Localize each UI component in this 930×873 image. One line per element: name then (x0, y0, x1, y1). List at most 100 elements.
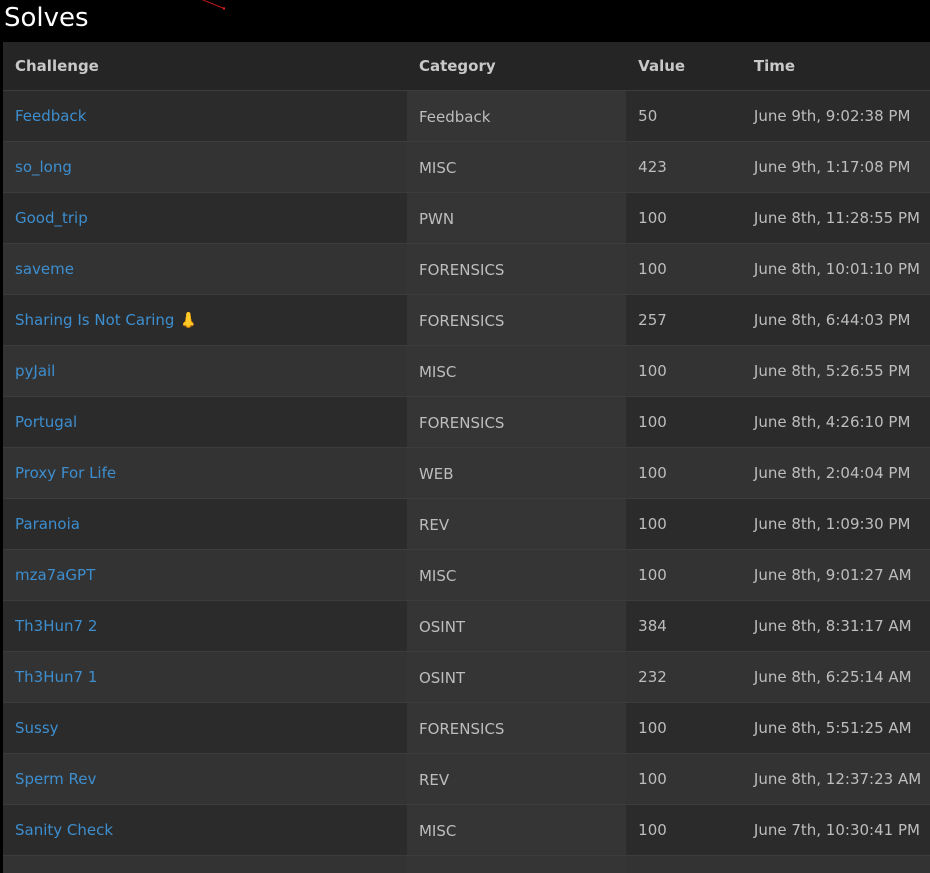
challenge-link[interactable]: pyJail (15, 362, 55, 380)
category-cell: REV (406, 753, 627, 805)
category-cell: WEB (406, 855, 627, 873)
value-cell: 100 (626, 855, 742, 873)
time-cell: June 8th, 11:28:55 PM (741, 192, 930, 244)
challenge-cell: mza7aGPT (3, 549, 407, 601)
challenge-link[interactable]: Th3Hun7 1 (15, 668, 97, 686)
challenge-cell: Good_trip (3, 192, 407, 244)
time-cell: June 8th, 10:01:10 PM (741, 243, 930, 295)
value-cell: 100 (626, 243, 742, 295)
time-cell: June 8th, 8:31:17 AM (741, 600, 930, 652)
challenge-link[interactable]: saveme (15, 260, 74, 278)
category-cell: WEB (406, 447, 627, 499)
table-row: mza7aGPT MISC 100 June 8th, 9:01:27 AM (3, 549, 930, 601)
challenge-link[interactable]: Sperm Rev (15, 770, 96, 788)
table-row: Sperm Rev REV 100 June 8th, 12:37:23 AM (3, 753, 930, 805)
time-cell: June 8th, 6:25:14 AM (741, 651, 930, 703)
challenge-link[interactable]: Sussy (15, 719, 59, 737)
time-cell: June 7th, 10:09:00 PM (741, 855, 930, 873)
table-row: saveme FORENSICS 100 June 8th, 10:01:10 PM (3, 243, 930, 295)
challenge-link[interactable]: Sanity Check (15, 821, 113, 839)
time-cell: June 8th, 1:09:30 PM (741, 498, 930, 550)
value-cell: 50 (626, 90, 742, 142)
challenge-cell: saveme (3, 243, 407, 295)
category-cell: FORENSICS (406, 396, 627, 448)
value-cell: 232 (626, 651, 742, 703)
table-row: so_long MISC 423 June 9th, 1:17:08 PM (3, 141, 930, 193)
challenge-link[interactable]: mza7aGPT (15, 566, 95, 584)
challenge-cell: Portugal (3, 396, 407, 448)
challenge-link[interactable]: Sharing Is Not Caring 👃 (15, 311, 198, 329)
table-row: Sanity Check MISC 100 June 7th, 10:30:41 PM (3, 804, 930, 856)
challenge-link[interactable]: Portugal (15, 413, 77, 431)
challenge-cell: Upload (3, 855, 407, 873)
column-header-value[interactable]: Value (626, 42, 742, 91)
value-cell: 100 (626, 192, 742, 244)
solves-page: Solves Challenge Category Value Time Fee… (0, 0, 930, 873)
value-cell: 100 (626, 447, 742, 499)
value-cell: 100 (626, 549, 742, 601)
challenge-link[interactable]: Th3Hun7 2 (15, 617, 97, 635)
challenge-cell: Th3Hun7 1 (3, 651, 407, 703)
challenge-cell: Th3Hun7 2 (3, 600, 407, 652)
category-cell: MISC (406, 549, 627, 601)
time-cell: June 8th, 4:26:10 PM (741, 396, 930, 448)
table-row: Portugal FORENSICS 100 June 8th, 4:26:10 PM (3, 396, 930, 448)
challenge-link[interactable]: Proxy For Life (15, 464, 116, 482)
challenge-cell: Sussy (3, 702, 407, 754)
category-cell: FORENSICS (406, 243, 627, 295)
time-cell: June 8th, 5:26:55 PM (741, 345, 930, 397)
table-row: UploadWEB100June 7th, 10:09:00 PM (3, 855, 930, 873)
table-row: Th3Hun7 1 OSINT 232 June 8th, 6:25:14 AM (3, 651, 930, 703)
challenge-link[interactable]: Paranoia (15, 515, 80, 533)
challenge-cell: Feedback (3, 90, 407, 142)
value-cell: 100 (626, 396, 742, 448)
challenge-cell: Sharing Is Not Caring 👃 (3, 294, 407, 346)
value-cell: 257 (626, 294, 742, 346)
table-row: pyJail MISC 100 June 8th, 5:26:55 PM (3, 345, 930, 397)
time-cell: June 9th, 1:17:08 PM (741, 141, 930, 193)
category-cell: PWN (406, 192, 627, 244)
table-row: Proxy For Life WEB 100 June 8th, 2:04:04 PM (3, 447, 930, 499)
challenge-link[interactable]: Good_trip (15, 209, 88, 227)
category-cell: Feedback (406, 90, 627, 142)
column-header-category[interactable]: Category (406, 42, 627, 91)
time-cell: June 8th, 6:44:03 PM (741, 294, 930, 346)
time-cell: June 8th, 5:51:25 AM (741, 702, 930, 754)
challenge-cell: so_long (3, 141, 407, 193)
time-cell: June 8th, 12:37:23 AM (741, 753, 930, 805)
column-header-challenge[interactable]: Challenge (3, 42, 407, 91)
value-cell: 100 (626, 345, 742, 397)
solves-table-body: Feedback Feedback 50 June 9th, 9:02:38 PM so… (3, 90, 930, 873)
time-cell: June 9th, 9:02:38 PM (741, 90, 930, 142)
column-header-time[interactable]: Time (741, 42, 930, 91)
challenge-cell: Sperm Rev (3, 753, 407, 805)
solves-table-container[interactable]: Challenge Category Value Time Feedback Fe… (3, 42, 930, 873)
time-cell: June 7th, 10:30:41 PM (741, 804, 930, 856)
category-cell: OSINT (406, 651, 627, 703)
value-cell: 100 (626, 702, 742, 754)
red-streak-decoration (203, 0, 225, 10)
category-cell: MISC (406, 141, 627, 193)
challenge-link[interactable]: so_long (15, 158, 72, 176)
table-row: Good_trip PWN 100 June 8th, 11:28:55 PM (3, 192, 930, 244)
category-cell: REV (406, 498, 627, 550)
challenge-cell: Sanity Check (3, 804, 407, 856)
table-row: Feedback Feedback 50 June 9th, 9:02:38 PM (3, 90, 930, 142)
category-cell: MISC (406, 804, 627, 856)
challenge-cell: pyJail (3, 345, 407, 397)
category-cell: FORENSICS (406, 294, 627, 346)
category-cell: OSINT (406, 600, 627, 652)
value-cell: 384 (626, 600, 742, 652)
page-title: Solves (4, 3, 89, 33)
table-header-row: Challenge Category Value Time (3, 42, 930, 91)
challenge-cell: Paranoia (3, 498, 407, 550)
challenge-link[interactable]: Feedback (15, 107, 86, 125)
table-row: Th3Hun7 2 OSINT 384 June 8th, 8:31:17 AM (3, 600, 930, 652)
value-cell: 100 (626, 804, 742, 856)
time-cell: June 8th, 9:01:27 AM (741, 549, 930, 601)
time-cell: June 8th, 2:04:04 PM (741, 447, 930, 499)
table-row: Sharing Is Not Caring 👃 FORENSICS 257 June … (3, 294, 930, 346)
value-cell: 100 (626, 498, 742, 550)
table-row: Sussy FORENSICS 100 June 8th, 5:51:25 AM (3, 702, 930, 754)
category-cell: FORENSICS (406, 702, 627, 754)
